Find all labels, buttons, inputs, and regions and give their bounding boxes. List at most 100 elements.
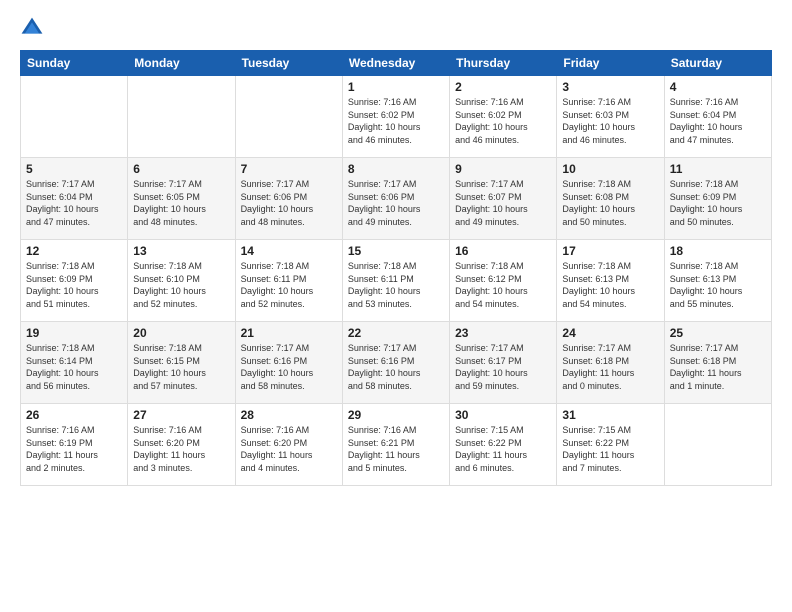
day-info: Sunrise: 7:17 AM Sunset: 6:06 PM Dayligh… [241, 178, 337, 228]
day-info: Sunrise: 7:18 AM Sunset: 6:15 PM Dayligh… [133, 342, 229, 392]
weekday-header-tuesday: Tuesday [235, 51, 342, 76]
day-number: 18 [670, 244, 766, 258]
day-number: 5 [26, 162, 122, 176]
calendar-week-2: 5 Sunrise: 7:17 AM Sunset: 6:04 PM Daylig… [21, 158, 772, 240]
calendar-cell: 9 Sunrise: 7:17 AM Sunset: 6:07 PM Daylig… [450, 158, 557, 240]
calendar-week-3: 12 Sunrise: 7:18 AM Sunset: 6:09 PM Dayli… [21, 240, 772, 322]
day-number: 4 [670, 80, 766, 94]
day-info: Sunrise: 7:15 AM Sunset: 6:22 PM Dayligh… [455, 424, 551, 474]
day-number: 29 [348, 408, 444, 422]
day-info: Sunrise: 7:15 AM Sunset: 6:22 PM Dayligh… [562, 424, 658, 474]
calendar-cell [128, 76, 235, 158]
day-number: 13 [133, 244, 229, 258]
day-info: Sunrise: 7:18 AM Sunset: 6:09 PM Dayligh… [670, 178, 766, 228]
calendar-cell: 26Sunrise: 7:16 AM Sunset: 6:19 PM Dayli… [21, 404, 128, 486]
day-info: Sunrise: 7:16 AM Sunset: 6:03 PM Dayligh… [562, 96, 658, 146]
day-info: Sunrise: 7:17 AM Sunset: 6:18 PM Dayligh… [562, 342, 658, 392]
calendar-cell: 12 Sunrise: 7:18 AM Sunset: 6:09 PM Dayli… [21, 240, 128, 322]
calendar-cell: 23 Sunrise: 7:17 AM Sunset: 6:17 PM Dayli… [450, 322, 557, 404]
day-number: 19 [26, 326, 122, 340]
day-info: Sunrise: 7:16 AM Sunset: 6:02 PM Dayligh… [348, 96, 444, 146]
calendar-cell: 7 Sunrise: 7:17 AM Sunset: 6:06 PM Daylig… [235, 158, 342, 240]
day-number: 3 [562, 80, 658, 94]
day-number: 16 [455, 244, 551, 258]
day-info: Sunrise: 7:18 AM Sunset: 6:11 PM Dayligh… [348, 260, 444, 310]
weekday-header-monday: Monday [128, 51, 235, 76]
calendar-cell: 8Sunrise: 7:17 AM Sunset: 6:06 PM Daylig… [342, 158, 449, 240]
day-info: Sunrise: 7:16 AM Sunset: 6:21 PM Dayligh… [348, 424, 444, 474]
day-number: 22 [348, 326, 444, 340]
day-number: 10 [562, 162, 658, 176]
day-number: 17 [562, 244, 658, 258]
calendar-cell: 28 Sunrise: 7:16 AM Sunset: 6:20 PM Dayli… [235, 404, 342, 486]
day-number: 20 [133, 326, 229, 340]
weekday-header-row: SundayMondayTuesdayWednesdayThursdayFrid… [21, 51, 772, 76]
calendar-cell: 5 Sunrise: 7:17 AM Sunset: 6:04 PM Daylig… [21, 158, 128, 240]
day-number: 6 [133, 162, 229, 176]
calendar-cell: 17Sunrise: 7:18 AM Sunset: 6:13 PM Dayli… [557, 240, 664, 322]
day-number: 14 [241, 244, 337, 258]
day-info: Sunrise: 7:17 AM Sunset: 6:07 PM Dayligh… [455, 178, 551, 228]
logo-icon [20, 16, 44, 40]
calendar-week-4: 19 Sunrise: 7:18 AM Sunset: 6:14 PM Dayli… [21, 322, 772, 404]
day-info: Sunrise: 7:17 AM Sunset: 6:17 PM Dayligh… [455, 342, 551, 392]
page: SundayMondayTuesdayWednesdayThursdayFrid… [0, 0, 792, 612]
calendar-cell: 3 Sunrise: 7:16 AM Sunset: 6:03 PM Daylig… [557, 76, 664, 158]
day-number: 8 [348, 162, 444, 176]
calendar-cell: 24 Sunrise: 7:17 AM Sunset: 6:18 PM Dayli… [557, 322, 664, 404]
day-number: 1 [348, 80, 444, 94]
day-number: 23 [455, 326, 551, 340]
weekday-header-wednesday: Wednesday [342, 51, 449, 76]
day-number: 2 [455, 80, 551, 94]
calendar-cell: 4Sunrise: 7:16 AM Sunset: 6:04 PM Daylig… [664, 76, 771, 158]
calendar-cell: 31 Sunrise: 7:15 AM Sunset: 6:22 PM Dayli… [557, 404, 664, 486]
day-info: Sunrise: 7:17 AM Sunset: 6:16 PM Dayligh… [348, 342, 444, 392]
day-info: Sunrise: 7:16 AM Sunset: 6:02 PM Dayligh… [455, 96, 551, 146]
calendar-cell: 30 Sunrise: 7:15 AM Sunset: 6:22 PM Dayli… [450, 404, 557, 486]
weekday-header-friday: Friday [557, 51, 664, 76]
weekday-header-sunday: Sunday [21, 51, 128, 76]
calendar-cell: 2 Sunrise: 7:16 AM Sunset: 6:02 PM Daylig… [450, 76, 557, 158]
calendar-week-5: 26Sunrise: 7:16 AM Sunset: 6:19 PM Dayli… [21, 404, 772, 486]
day-info: Sunrise: 7:18 AM Sunset: 6:10 PM Dayligh… [133, 260, 229, 310]
day-info: Sunrise: 7:17 AM Sunset: 6:04 PM Dayligh… [26, 178, 122, 228]
day-number: 25 [670, 326, 766, 340]
calendar-cell: 13 Sunrise: 7:18 AM Sunset: 6:10 PM Dayli… [128, 240, 235, 322]
day-info: Sunrise: 7:17 AM Sunset: 6:18 PM Dayligh… [670, 342, 766, 392]
day-number: 11 [670, 162, 766, 176]
day-number: 9 [455, 162, 551, 176]
day-number: 28 [241, 408, 337, 422]
calendar-cell [664, 404, 771, 486]
day-number: 24 [562, 326, 658, 340]
day-info: Sunrise: 7:17 AM Sunset: 6:05 PM Dayligh… [133, 178, 229, 228]
calendar-cell: 19 Sunrise: 7:18 AM Sunset: 6:14 PM Dayli… [21, 322, 128, 404]
day-info: Sunrise: 7:18 AM Sunset: 6:13 PM Dayligh… [670, 260, 766, 310]
weekday-header-saturday: Saturday [664, 51, 771, 76]
calendar-cell: 6 Sunrise: 7:17 AM Sunset: 6:05 PM Daylig… [128, 158, 235, 240]
day-number: 7 [241, 162, 337, 176]
calendar-cell: 16Sunrise: 7:18 AM Sunset: 6:12 PM Dayli… [450, 240, 557, 322]
day-number: 15 [348, 244, 444, 258]
day-number: 31 [562, 408, 658, 422]
logo [20, 16, 48, 40]
day-info: Sunrise: 7:18 AM Sunset: 6:14 PM Dayligh… [26, 342, 122, 392]
calendar-cell: 11 Sunrise: 7:18 AM Sunset: 6:09 PM Dayli… [664, 158, 771, 240]
day-number: 12 [26, 244, 122, 258]
calendar-cell: 20 Sunrise: 7:18 AM Sunset: 6:15 PM Dayli… [128, 322, 235, 404]
day-info: Sunrise: 7:18 AM Sunset: 6:11 PM Dayligh… [241, 260, 337, 310]
weekday-header-thursday: Thursday [450, 51, 557, 76]
calendar-cell: 25 Sunrise: 7:17 AM Sunset: 6:18 PM Dayli… [664, 322, 771, 404]
day-info: Sunrise: 7:16 AM Sunset: 6:20 PM Dayligh… [241, 424, 337, 474]
calendar-cell: 1 Sunrise: 7:16 AM Sunset: 6:02 PM Daylig… [342, 76, 449, 158]
calendar-cell: 15 Sunrise: 7:18 AM Sunset: 6:11 PM Dayli… [342, 240, 449, 322]
day-number: 26 [26, 408, 122, 422]
day-info: Sunrise: 7:16 AM Sunset: 6:20 PM Dayligh… [133, 424, 229, 474]
day-info: Sunrise: 7:18 AM Sunset: 6:09 PM Dayligh… [26, 260, 122, 310]
calendar-cell: 14 Sunrise: 7:18 AM Sunset: 6:11 PM Dayli… [235, 240, 342, 322]
day-number: 30 [455, 408, 551, 422]
calendar-cell [21, 76, 128, 158]
calendar-cell: 29 Sunrise: 7:16 AM Sunset: 6:21 PM Dayli… [342, 404, 449, 486]
day-number: 21 [241, 326, 337, 340]
calendar-cell: 21Sunrise: 7:17 AM Sunset: 6:16 PM Dayli… [235, 322, 342, 404]
calendar-cell: 10Sunrise: 7:18 AM Sunset: 6:08 PM Dayli… [557, 158, 664, 240]
